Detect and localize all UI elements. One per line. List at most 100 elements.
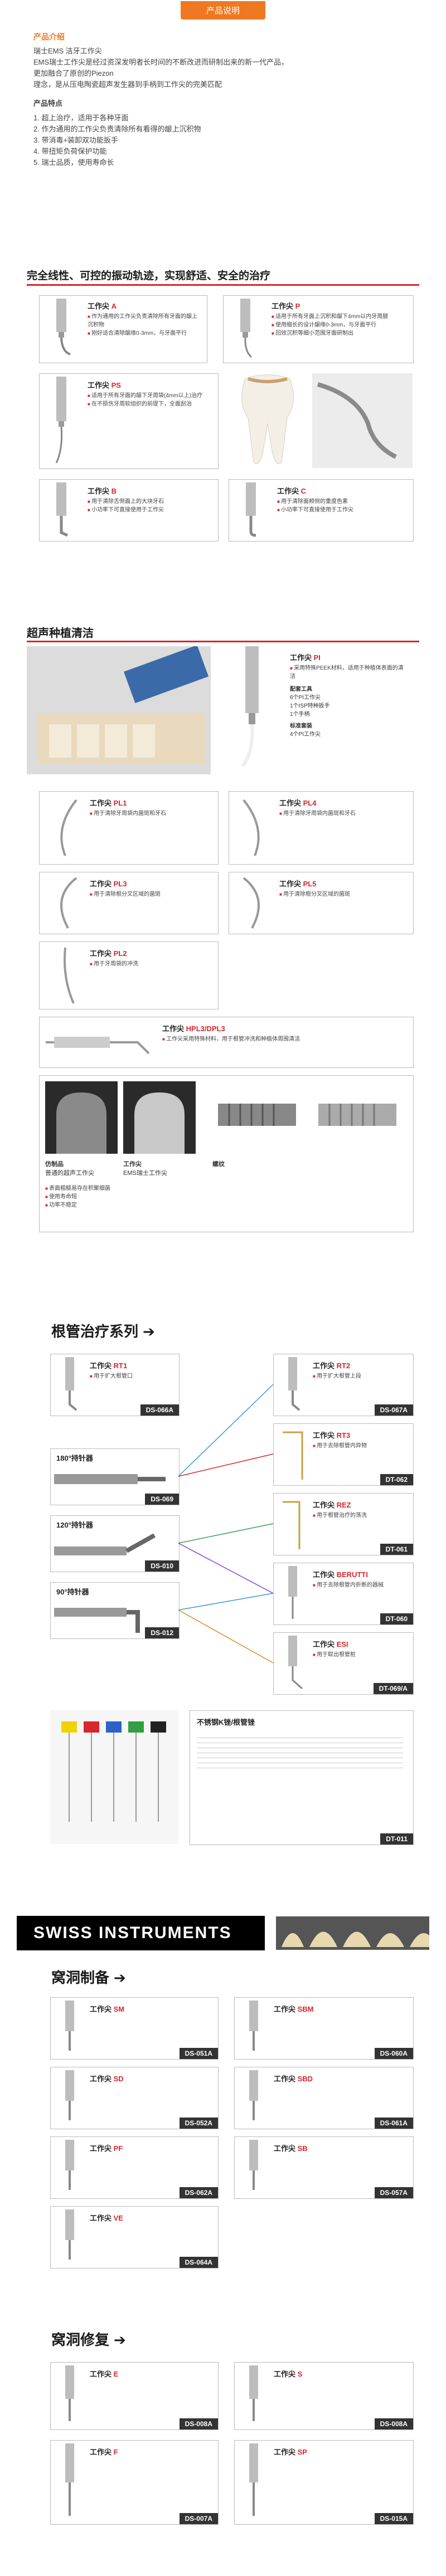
compare-bullet: 使用寿命短	[45, 1193, 201, 1201]
tip-name: PS	[111, 381, 121, 389]
tip-ps-illustration	[55, 377, 66, 464]
resto-tip-title: 工作尖 S	[274, 2370, 303, 2378]
product-code: DS-064A	[179, 2257, 218, 2268]
tip-bullet: 小功率下可直接使用于工作尖	[277, 506, 405, 514]
tip-name: RT2	[336, 1362, 351, 1370]
tip-pi-illustration	[241, 646, 259, 767]
prep-tip-sm: 工作尖 SM DS-051A	[50, 1997, 219, 2060]
endo-tip-title: 工作尖 ESI	[313, 1640, 348, 1648]
holder-title: 90°持针器	[56, 1588, 89, 1596]
tip-bullet: 用于清除牙周袋内菌斑和牙石	[279, 809, 402, 818]
tip-rez-illustration	[283, 1501, 300, 1549]
tip-bullet: 回效沉积等细小范围牙面研制出	[272, 329, 405, 338]
teeth-photo	[276, 1916, 429, 1950]
tip-s-illustration	[249, 2365, 258, 2421]
prep-tip-sb: 工作尖 SB DS-057A	[234, 2136, 414, 2199]
section-restoration-title-text: 窝洞修复	[51, 2331, 110, 2348]
tip-pl4-illustration	[243, 799, 260, 856]
tip-bullet: 用于清除根分叉区域的菌斑	[90, 890, 207, 899]
feature-item: 3. 带消毒+装卸双功能扳手	[33, 136, 119, 144]
tip-sm-illustration	[65, 2001, 74, 2051]
tip-bullet: 采用特殊PEEK材料，适用于种植体表面的清洁	[290, 664, 407, 681]
tip-a-illustration	[56, 299, 71, 355]
header-bar: 产品说明	[0, 0, 446, 20]
tip-name: PL4	[303, 799, 317, 807]
prep-tip-title: 工作尖 SBD	[274, 2075, 313, 2083]
endo-tip-title: 工作尖 RT1	[90, 1362, 128, 1370]
tip-sbd-illustration	[249, 2070, 258, 2120]
compare-right-sub: EMS瑞士工作尖	[123, 1170, 167, 1177]
product-code: DS-052A	[179, 2118, 218, 2129]
tip-c-illustration	[246, 482, 256, 537]
tip-pl5-title: 工作尖 PL5	[279, 878, 316, 889]
tip-prefix: 工作尖	[277, 487, 299, 495]
tip-name: ESI	[336, 1640, 348, 1648]
pi-kit-item: 6个PI工作尖	[290, 695, 321, 701]
section-divider	[27, 641, 419, 642]
prep-tip-ve: 工作尖 VE DS-064A	[50, 2206, 219, 2268]
tip-rt3-illustration	[283, 1431, 303, 1480]
tip-card-p: 工作尖 P 适用于所有牙面上沉积和龈下4mm以内牙周腿 使用细长的设计龈缘0-3…	[223, 295, 414, 363]
pi-kit-item: 1个手柄	[290, 711, 310, 718]
tip-bullet: 小功率下可直接使用于工作尖	[88, 506, 210, 514]
compare-left-label: 仿制品 普通的超声工作尖	[45, 1159, 94, 1177]
tip-pl1-title: 工作尖 PL1	[90, 797, 127, 808]
compare-left-sub: 普通的超声工作尖	[45, 1170, 94, 1177]
tip-prefix: 工作尖	[90, 880, 112, 888]
tip-ve-illustration	[65, 2209, 74, 2260]
files-table	[197, 1733, 403, 1773]
files-title: 不锈钢K锉/根管锉	[197, 1718, 255, 1726]
tip-card-pl4: 工作尖 PL4 用于清除牙周袋内菌斑和牙石	[229, 791, 414, 865]
resto-tip-e: 工作尖 E DS-008A	[50, 2362, 219, 2430]
tip-prefix: 工作尖	[290, 653, 312, 662]
prep-tip-sbm: 工作尖 SBM DS-060A	[234, 1997, 414, 2060]
thread-label: 螺纹	[212, 1161, 225, 1168]
tip-name: SBM	[297, 2005, 314, 2013]
tip-bullet: 用于清除面颊侧的重度色素	[277, 497, 405, 506]
tip-ps-title: 工作尖 PS	[88, 379, 121, 390]
tip-name: REZ	[336, 1501, 351, 1509]
tip-sbm-illustration	[249, 2001, 258, 2051]
feature-item: 5. 瑞士品质，使用寿命长	[33, 158, 114, 167]
tip-rt1-illustration	[65, 1357, 77, 1411]
tip-prefix: 工作尖	[88, 487, 110, 495]
tip-name: P	[295, 302, 300, 310]
compare-bullet: 功率不稳定	[45, 1201, 201, 1209]
product-code: DS-060A	[374, 2048, 413, 2059]
arrow-right-icon: ➔	[114, 2331, 126, 2348]
tip-pi-title: 工作尖 PI	[290, 652, 321, 662]
tip-bullet: 用于清除牙周袋内菌斑和牙石	[90, 809, 207, 818]
ems-tip-closeup-illustration	[123, 1081, 196, 1154]
tooth-illustration	[241, 374, 294, 464]
files-card: 不锈钢K锉/根管锉 DT-011	[190, 1710, 414, 1845]
arrow-right-icon: ➔	[114, 1969, 126, 1986]
prep-tip-pf: 工作尖 PF DS-062A	[50, 2136, 219, 2199]
tip-bullet: 适用于所有牙面的龈下牙周袋(4mm以上)治疗	[88, 392, 210, 400]
tip-bullet: 适用于所有牙面上沉积和龈下4mm以内牙周腿	[272, 313, 405, 321]
tip-esi-illustration	[288, 1636, 303, 1690]
prep-tip-title: 工作尖 SBM	[274, 2005, 314, 2013]
resto-tip-sp: 工作尖 SP DS-015A	[234, 2440, 414, 2525]
tip-card-ps: 工作尖 PS 适用于所有牙面的龈下牙周袋(4mm以上)治疗 在不损伤牙周软组织的…	[39, 373, 219, 469]
tip-bullet: 用于牙周袋的冲洗	[90, 960, 207, 968]
pi-kit-heading: 标准套装	[290, 723, 312, 729]
holder-title: 120°持针器	[56, 1521, 93, 1529]
tip-hpl3-illustration	[46, 1037, 150, 1055]
prep-tip-title: 工作尖 SM	[90, 2005, 125, 2013]
tip-bullet: 使用细长的设计龈缘0-3mm，与牙面平行	[272, 321, 405, 329]
tip-name: C	[300, 487, 307, 495]
intro-line: 理念，是从压电陶瓷超声发生器到手柄到工作尖的完美匹配	[33, 80, 222, 89]
tip-ps-closeup-illustration	[312, 373, 413, 468]
product-code: DT-060	[380, 1613, 413, 1624]
section-divider	[27, 284, 419, 286]
section-endo: 根管治疗系列➔ 工作尖 RT1 用于扩大根管口 DS-066A 工作尖 RT2 …	[0, 1320, 446, 1905]
product-code: DS-008A	[179, 2418, 218, 2429]
tip-name: SM	[113, 2005, 125, 2013]
tip-prefix: 工作尖	[90, 949, 112, 958]
tip-bullet: 用于清除根分叉区域的菌斑	[279, 890, 402, 899]
tip-f-illustration	[65, 2443, 74, 2516]
tip-prefix: 工作尖	[88, 381, 110, 389]
tip-card-pi: 工作尖 PI 采用特殊PEEK材料，适用于种植体表面的清洁 配套工具 6个PI工…	[223, 646, 413, 780]
tip-bullet: 用于根管治疗的荡洗	[313, 1511, 408, 1520]
endo-tip-rt3: 工作尖 RT3 用于去除根管内异物 DT-062	[273, 1423, 414, 1486]
